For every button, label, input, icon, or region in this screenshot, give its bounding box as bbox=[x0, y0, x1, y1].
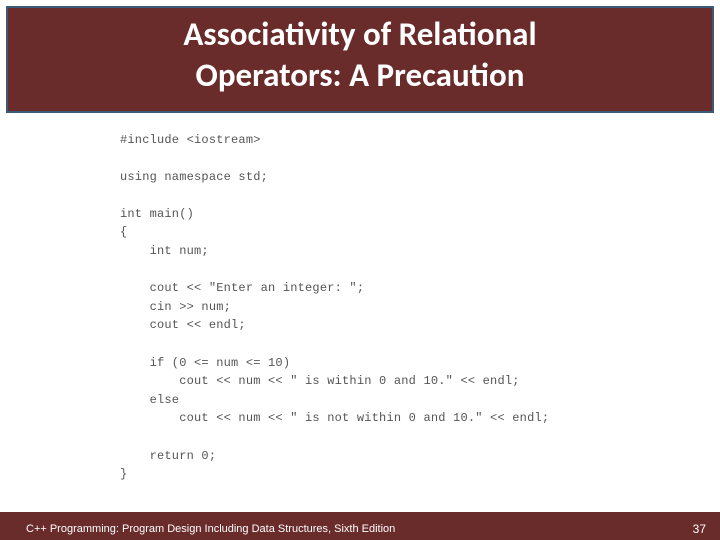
title-line-1: Associativity of Relational bbox=[183, 14, 536, 54]
code-line: { bbox=[120, 225, 127, 239]
slide-footer: C++ Programming: Program Design Includin… bbox=[0, 512, 720, 540]
code-line: cout << "Enter an integer: "; bbox=[120, 281, 364, 295]
code-line: cin >> num; bbox=[120, 300, 231, 314]
title-line-2: Operators: A Precaution bbox=[196, 55, 525, 95]
code-line: else bbox=[120, 393, 179, 407]
code-line: int num; bbox=[120, 244, 209, 258]
page-number: 37 bbox=[693, 522, 706, 536]
code-line: cout << endl; bbox=[120, 318, 246, 332]
code-line: if (0 <= num <= 10) bbox=[120, 356, 290, 370]
code-line: cout << num << " is not within 0 and 10.… bbox=[120, 411, 549, 425]
code-line: using namespace std; bbox=[120, 170, 268, 184]
code-line: return 0; bbox=[120, 449, 216, 463]
footer-text: C++ Programming: Program Design Includin… bbox=[26, 523, 395, 535]
code-block: #include <iostream> using namespace std;… bbox=[0, 113, 720, 494]
code-line: } bbox=[120, 467, 127, 481]
code-line: int main() bbox=[120, 207, 194, 221]
code-line: cout << num << " is within 0 and 10." <<… bbox=[120, 374, 520, 388]
slide-header: Associativity of Relational Operators: A… bbox=[6, 6, 714, 113]
slide-title: Associativity of Relational Operators: A… bbox=[18, 14, 702, 97]
code-line: #include <iostream> bbox=[120, 133, 261, 147]
